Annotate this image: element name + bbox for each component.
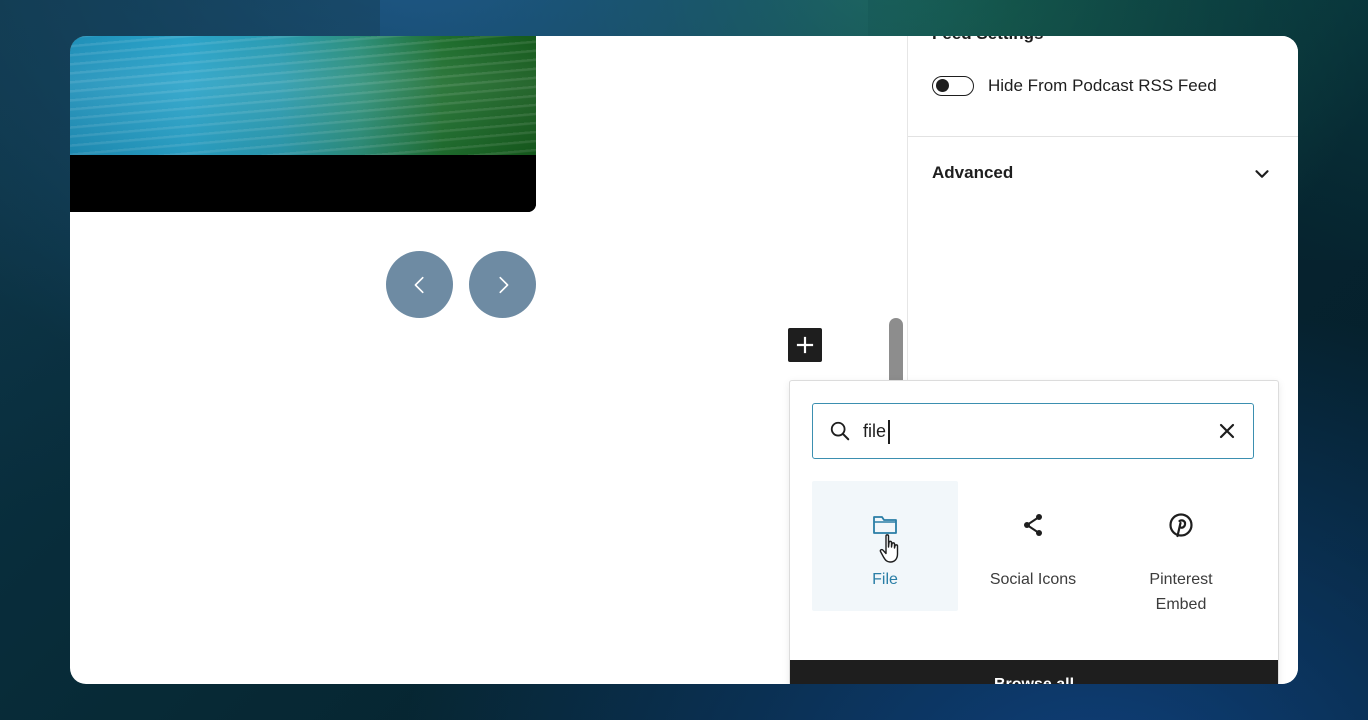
chevron-right-icon	[498, 276, 508, 293]
text-caret	[888, 420, 890, 444]
advanced-panel-toggle[interactable]: Advanced	[908, 137, 1298, 209]
hand-cursor-icon	[879, 534, 899, 563]
block-search-input[interactable]	[863, 414, 1193, 448]
scrollbar-thumb[interactable]	[889, 318, 903, 388]
share-icon	[1024, 514, 1042, 536]
media-block[interactable]	[70, 36, 536, 212]
block-result-label: File	[872, 571, 898, 588]
next-slide-button[interactable]	[469, 251, 536, 318]
block-result-pinterest-embed[interactable]: Pinterest Embed	[1108, 481, 1254, 613]
previous-slide-button[interactable]	[386, 251, 453, 318]
close-icon[interactable]	[1217, 421, 1237, 441]
advanced-label: Advanced	[932, 163, 1014, 182]
chevron-down-icon	[1255, 170, 1269, 178]
hide-from-feed-label: Hide From Podcast RSS Feed	[988, 76, 1217, 95]
block-inserter-popover: File Social Icons Pinterest Embed	[789, 380, 1279, 684]
toggle-knob	[936, 79, 949, 92]
block-result-label: Social Icons	[989, 571, 1077, 588]
block-search-box[interactable]	[812, 403, 1254, 459]
browse-all-button[interactable]: Browse all	[790, 660, 1278, 684]
block-results: File Social Icons Pinterest Embed	[812, 481, 1254, 613]
chevron-left-icon	[414, 276, 424, 293]
add-block-button[interactable]	[788, 328, 822, 362]
feed-settings-title: Feed Settings	[932, 36, 1043, 44]
plus-icon	[796, 336, 814, 354]
hide-from-feed-toggle[interactable]	[932, 76, 974, 96]
lake-image	[70, 36, 536, 155]
block-result-label: Pinterest Embed	[1149, 571, 1213, 613]
media-caption-bar	[70, 155, 536, 212]
search-icon	[830, 421, 850, 441]
pinterest-icon	[1169, 513, 1193, 538]
editor-window: Feed Settings Hide From Podcast RSS Feed…	[70, 36, 1298, 684]
block-result-social-icons[interactable]: Social Icons	[960, 481, 1106, 611]
block-result-file[interactable]: File	[812, 481, 958, 611]
browse-all-label: Browse all	[790, 676, 1278, 684]
